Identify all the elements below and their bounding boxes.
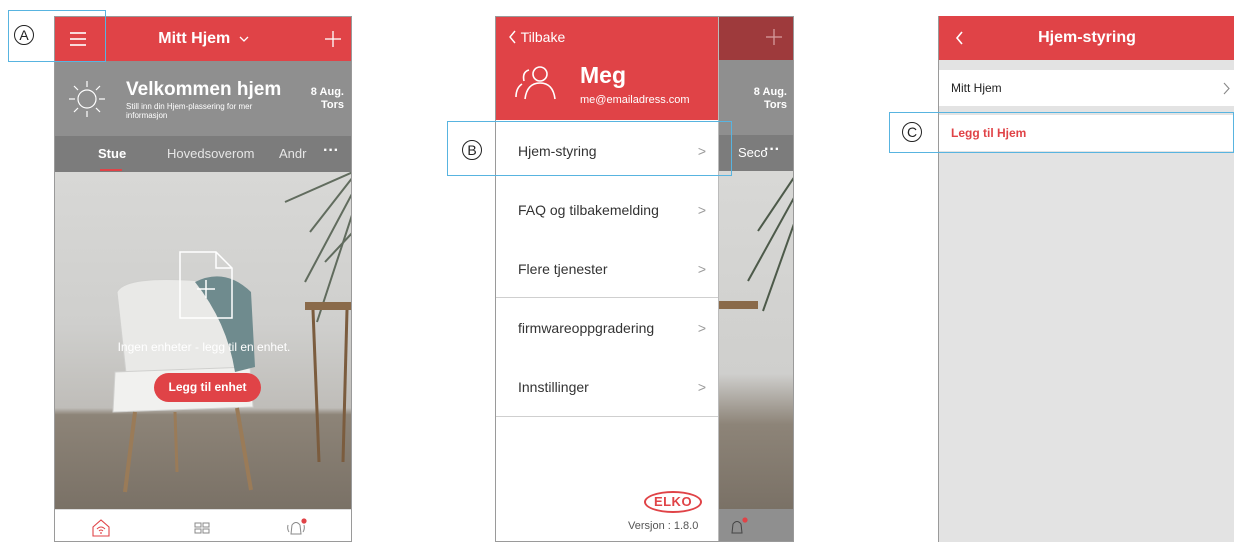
callout-c-label: C (902, 122, 922, 142)
dimmed-photo (718, 171, 793, 509)
elko-logo: ELKO (644, 491, 702, 513)
back-label: Tilbake (520, 29, 566, 45)
add-device-button[interactable]: Legg til enhet (154, 373, 261, 402)
user-name: Meg (580, 62, 626, 88)
welcome-title: Velkommen hjem (126, 79, 282, 100)
empty-device-icon (179, 251, 233, 319)
alarm-bell-icon (731, 517, 748, 534)
menu-item-label: Innstillinger (518, 379, 589, 395)
room-background-image: Ingen enheter - legg til en enhet. Legg … (55, 172, 351, 509)
menu-item-firmware[interactable]: firmwareoppgradering > (496, 299, 718, 358)
chevron-right-icon: > (697, 320, 706, 336)
dimmed-nav (718, 509, 793, 541)
callout-b-box (447, 121, 732, 176)
sun-icon (69, 81, 105, 117)
screen-side-menu: 8 Aug. Tors Seco ··· Tilbake Meg me@emai… (495, 16, 794, 542)
weekday-label: Tors (763, 99, 787, 111)
dimmed-home-background: 8 Aug. Tors Seco ··· (718, 17, 793, 541)
chevron-right-icon: > (697, 261, 706, 277)
page-title: Mitt Hjem (158, 30, 231, 47)
screen-home: Mitt Hjem Velkommen hjem Still inn din H… (54, 16, 352, 542)
more-tabs-button: ··· (764, 141, 780, 158)
chevron-right-icon (1223, 82, 1230, 95)
tab-andre[interactable]: Andr (279, 146, 306, 161)
home-name: Mitt Hjem (951, 81, 1002, 95)
plant-illustration (718, 177, 793, 312)
room-tabs: Stue Hovedsoverom Andr ··· (55, 136, 351, 172)
welcome-subtitle: Still inn din Hjem-plassering for mer in… (126, 102, 253, 120)
back-button[interactable]: Tilbake (508, 29, 565, 45)
callout-a-label: A (14, 25, 34, 45)
devices-grid-icon[interactable] (194, 522, 210, 534)
menu-divider (496, 416, 718, 417)
menu-item-innstillinger[interactable]: Innstillinger > (496, 358, 718, 417)
version-label: Versjon : 1.8.0 (628, 520, 699, 532)
chevron-right-icon: > (697, 202, 706, 218)
callout-b-label: B (462, 140, 482, 160)
users-icon (515, 66, 556, 100)
date-label: 8 Aug. (310, 86, 344, 98)
menu-item-flere-tjenester[interactable]: Flere tjenester > (496, 240, 718, 299)
page-title: Hjem-styring (1038, 29, 1136, 46)
menu-item-faq[interactable]: FAQ og tilbakemelding > (496, 181, 718, 240)
plus-icon (766, 29, 782, 45)
weekday-label: Tors (320, 99, 344, 111)
drawer-header: Tilbake Meg me@emailadress.com (496, 17, 718, 120)
chevron-down-icon (239, 36, 249, 42)
chevron-right-icon: > (697, 379, 706, 395)
empty-state-text: Ingen enheter - legg til en enhet. (117, 340, 291, 354)
home-list-item[interactable]: Mitt Hjem (939, 70, 1234, 106)
bottom-navigation (55, 509, 351, 541)
menu-item-label: Flere tjenester (518, 261, 608, 277)
menu-item-label: FAQ og tilbakemelding (518, 202, 659, 218)
add-button[interactable] (323, 29, 343, 49)
user-email: me@emailadress.com (580, 94, 690, 106)
plus-icon (325, 31, 341, 47)
home-wifi-icon[interactable] (91, 518, 111, 538)
chevron-left-icon (509, 30, 516, 44)
more-tabs-button[interactable]: ··· (323, 142, 339, 160)
menu-divider (496, 297, 718, 298)
date-label: 8 Aug. (753, 86, 787, 98)
screen-home-management: Hjem-styring Mitt Hjem Legg til Hjem (938, 16, 1234, 542)
side-drawer: Tilbake Meg me@emailadress.com Hjem-styr… (496, 17, 719, 541)
callout-c-box (889, 112, 1234, 153)
welcome-banner: Velkommen hjem Still inn din Hjem-plasse… (55, 61, 351, 136)
alarm-bell-icon[interactable] (285, 517, 309, 539)
menu-item-label: firmwareoppgradering (518, 320, 655, 336)
active-tab-indicator (100, 169, 122, 171)
tab-stue[interactable]: Stue (98, 146, 126, 161)
tab-hovedsoverom[interactable]: Hovedsoverom (167, 146, 254, 161)
